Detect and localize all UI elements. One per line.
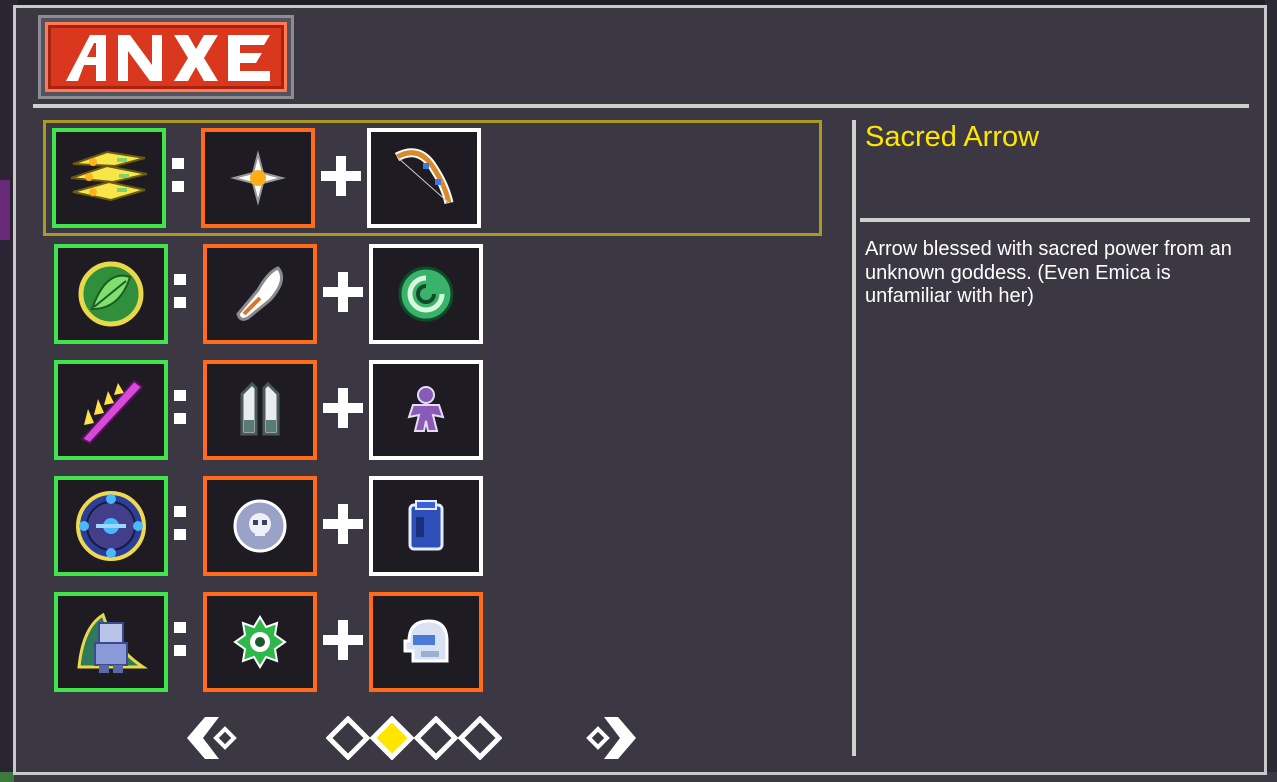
- ingredient-slot-b[interactable]: [369, 592, 483, 692]
- next-page-arrow-icon[interactable]: [582, 713, 642, 763]
- ingredient-slot-a[interactable]: [203, 592, 317, 692]
- page-dot-3-icon[interactable]: [414, 716, 458, 760]
- game-logo: [45, 22, 287, 92]
- recipe-row-4[interactable]: [48, 471, 821, 581]
- logo-frame: [38, 15, 294, 99]
- ingredient-slot-b[interactable]: [367, 128, 481, 228]
- pink-blade-icon: [80, 379, 144, 445]
- recipe-colon: [174, 274, 186, 308]
- page-dot-4-icon[interactable]: [458, 716, 502, 760]
- recipe-colon: [174, 622, 186, 656]
- green-shell-icon: [398, 266, 454, 322]
- background-grass: [0, 772, 14, 782]
- recipe-plus: [323, 620, 363, 660]
- recipe-result-slot[interactable]: [52, 128, 166, 228]
- skull-orb-icon: [233, 499, 287, 553]
- recipe-result-slot[interactable]: [54, 244, 168, 344]
- recipe-row-5[interactable]: [48, 587, 821, 697]
- item-name: Sacred Arrow: [865, 121, 1040, 153]
- purple-doll-icon: [407, 386, 445, 432]
- panel-vertical-divider: [852, 120, 856, 756]
- leaf-orb-icon: [78, 261, 144, 327]
- recipe-row-3[interactable]: [48, 355, 821, 465]
- pagination: [16, 713, 816, 763]
- recipe-colon: [174, 390, 186, 424]
- page-dot-1-icon[interactable]: [326, 716, 370, 760]
- recipe-row-2[interactable]: [48, 239, 821, 349]
- recipe-result-slot[interactable]: [54, 476, 168, 576]
- recipe-colon: [174, 506, 186, 540]
- prev-page-arrow-icon[interactable]: [181, 713, 241, 763]
- recipe-row-1[interactable]: [43, 120, 822, 236]
- ingredient-slot-a[interactable]: [203, 476, 317, 576]
- recipe-result-slot[interactable]: [54, 360, 168, 460]
- recipe-plus: [323, 504, 363, 544]
- ingredient-slot-b[interactable]: [369, 476, 483, 576]
- ghost-helmet-icon: [403, 619, 449, 663]
- ingredient-slot-a[interactable]: [203, 360, 317, 460]
- green-gear-icon: [233, 615, 287, 669]
- recipe-plus: [323, 388, 363, 428]
- ingredient-slot-b[interactable]: [369, 244, 483, 344]
- sacred-arrow-icon: [70, 150, 148, 202]
- crafting-panel: Sacred Arrow Arrow blessed with sacred p…: [13, 5, 1267, 775]
- page-dot-2-current-icon[interactable]: [370, 716, 414, 760]
- blue-jar-icon: [408, 500, 444, 551]
- recipe-plus: [321, 156, 361, 196]
- twin-crystals-icon: [240, 381, 280, 436]
- ingredient-slot-b[interactable]: [369, 360, 483, 460]
- recipe-colon: [172, 158, 184, 192]
- detail-divider: [860, 218, 1250, 222]
- armor-figure-icon: [77, 612, 148, 673]
- logo-glyphs: [66, 35, 270, 81]
- background-stripe: [0, 180, 10, 240]
- holy-star-icon: [230, 150, 286, 206]
- ingredient-slot-a[interactable]: [203, 244, 317, 344]
- feather-icon: [236, 266, 284, 321]
- blue-sigil-icon: [76, 491, 146, 561]
- header-divider: [33, 104, 1249, 108]
- item-description: Arrow blessed with sacred power from an …: [865, 238, 1232, 307]
- ingredient-slot-a[interactable]: [201, 128, 315, 228]
- bow-icon: [394, 148, 454, 205]
- recipe-result-slot[interactable]: [54, 592, 168, 692]
- recipe-plus: [323, 272, 363, 312]
